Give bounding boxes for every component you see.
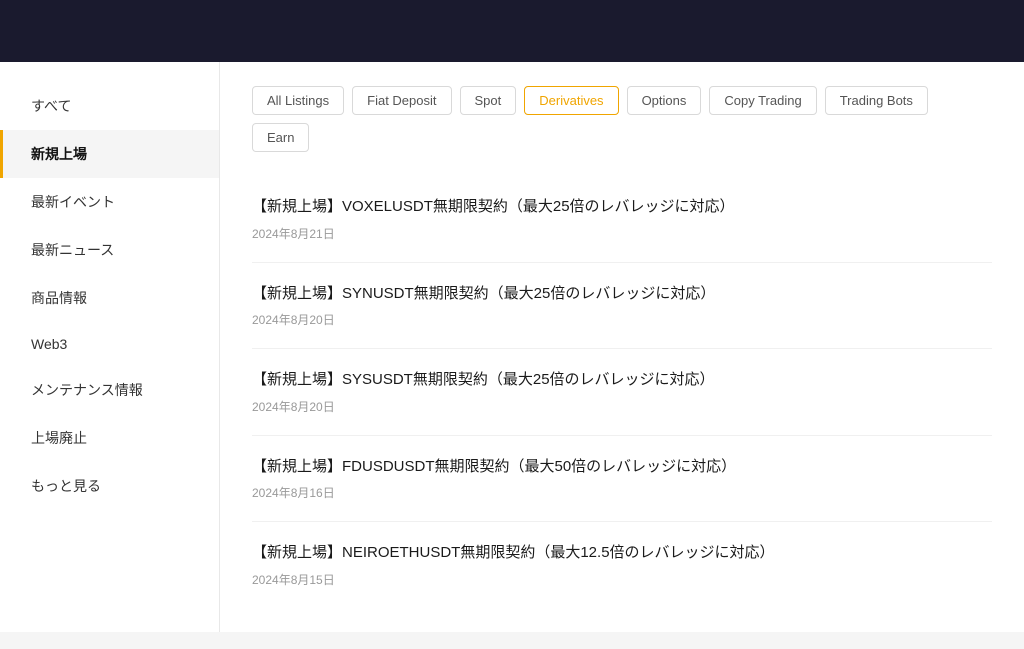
- filter-tab-derivatives[interactable]: Derivatives: [524, 86, 618, 115]
- filter-tab-options[interactable]: Options: [627, 86, 702, 115]
- sidebar-item-latest-news[interactable]: 最新ニュース: [0, 226, 219, 274]
- announcement-title: 【新規上場】VOXELUSDT無期限契約（最大25倍のレバレッジに対応）: [252, 196, 992, 219]
- announcement-list: 【新規上場】VOXELUSDT無期限契約（最大25倍のレバレッジに対応） 2024…: [252, 176, 992, 608]
- filter-tab-spot[interactable]: Spot: [460, 86, 517, 115]
- announcement-item[interactable]: 【新規上場】VOXELUSDT無期限契約（最大25倍のレバレッジに対応） 2024…: [252, 176, 992, 263]
- filter-tabs: All Listings Fiat Deposit SpotDerivatives O…: [252, 86, 992, 152]
- announcement-date: 2024年8月15日: [252, 571, 992, 588]
- sidebar-item-new-listing[interactable]: 新規上場: [0, 130, 219, 178]
- announcement-date: 2024年8月21日: [252, 225, 992, 242]
- announcement-date: 2024年8月20日: [252, 398, 992, 415]
- page-header: [0, 0, 1024, 62]
- sidebar-item-more[interactable]: もっと見る: [0, 462, 219, 510]
- sidebar-item-maintenance[interactable]: メンテナンス情報: [0, 366, 219, 414]
- sidebar-item-product-info[interactable]: 商品情報: [0, 274, 219, 322]
- sidebar-item-latest-event[interactable]: 最新イベント: [0, 178, 219, 226]
- announcement-item[interactable]: 【新規上場】SYSUSDT無期限契約（最大25倍のレバレッジに対応） 2024年8…: [252, 349, 992, 436]
- filter-tab-all-listings[interactable]: All Listings: [252, 86, 344, 115]
- filter-tab-copy-trading[interactable]: Copy Trading: [709, 86, 816, 115]
- announcement-item[interactable]: 【新規上場】NEIROETHUSDT無期限契約（最大12.5倍のレバレッジに対応…: [252, 522, 992, 608]
- announcement-title: 【新規上場】NEIROETHUSDT無期限契約（最大12.5倍のレバレッジに対応…: [252, 542, 992, 565]
- sidebar: すべて新規上場最新イベント最新ニュース商品情報Web3メンテナンス情報上場廃止も…: [0, 62, 220, 632]
- sidebar-item-all[interactable]: すべて: [0, 82, 219, 130]
- announcement-title: 【新規上場】SYNUSDT無期限契約（最大25倍のレバレッジに対応）: [252, 283, 992, 306]
- filter-tab-fiat-deposit[interactable]: Fiat Deposit: [352, 86, 451, 115]
- announcement-date: 2024年8月20日: [252, 311, 992, 328]
- filter-tab-earn[interactable]: Earn: [252, 123, 309, 152]
- announcement-date: 2024年8月16日: [252, 484, 992, 501]
- sidebar-item-web3[interactable]: Web3: [0, 322, 219, 366]
- main-layout: すべて新規上場最新イベント最新ニュース商品情報Web3メンテナンス情報上場廃止も…: [0, 62, 1024, 632]
- announcement-title: 【新規上場】FDUSDUSDT無期限契約（最大50倍のレバレッジに対応）: [252, 456, 992, 479]
- content-area: All Listings Fiat Deposit SpotDerivatives O…: [220, 62, 1024, 632]
- sidebar-item-delisting[interactable]: 上場廃止: [0, 414, 219, 462]
- announcement-item[interactable]: 【新規上場】SYNUSDT無期限契約（最大25倍のレバレッジに対応） 2024年8…: [252, 263, 992, 350]
- filter-tab-trading-bots[interactable]: Trading Bots: [825, 86, 928, 115]
- announcement-item[interactable]: 【新規上場】FDUSDUSDT無期限契約（最大50倍のレバレッジに対応） 2024…: [252, 436, 992, 523]
- announcement-title: 【新規上場】SYSUSDT無期限契約（最大25倍のレバレッジに対応）: [252, 369, 992, 392]
